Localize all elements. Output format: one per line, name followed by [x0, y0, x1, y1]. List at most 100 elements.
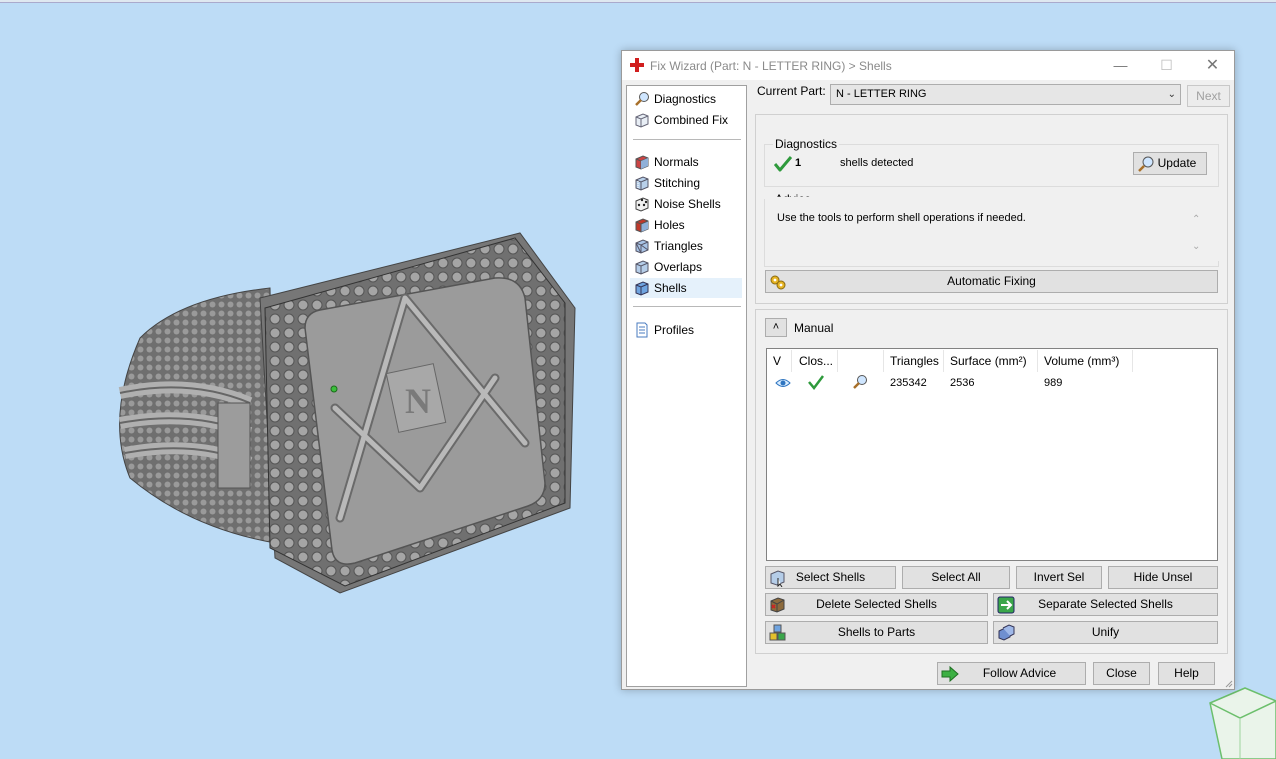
sidebar-item-diagnostics[interactable]: Diagnostics — [630, 89, 742, 109]
stitching-cube-icon — [635, 176, 649, 191]
diagnostics-result-text: shells detected — [840, 157, 914, 169]
wizard-sidebar: Diagnostics Combined Fix Normals Stitchi… — [626, 85, 747, 687]
unify-label: Unify — [1091, 625, 1120, 639]
closed-check-icon — [808, 375, 824, 390]
unify-button[interactable]: Unify — [993, 621, 1218, 644]
sidebar-item-noise-shells[interactable]: Noise Shells — [630, 194, 742, 214]
3d-viewport[interactable]: N — [0, 3, 1276, 759]
shells-to-parts-button[interactable]: Shells to Parts — [765, 621, 988, 644]
automatic-fixing-label: Automatic Fixing — [947, 274, 1036, 288]
scroll-down-icon[interactable]: ⌄ — [1192, 241, 1200, 252]
select-shells-button[interactable]: Select Shells — [765, 566, 896, 589]
manual-title: Manual — [794, 321, 834, 335]
follow-advice-label: Follow Advice — [982, 666, 1057, 680]
sidebar-item-label: Noise Shells — [654, 197, 721, 211]
scroll-up-icon[interactable]: ⌃ — [1192, 214, 1200, 225]
svg-text:N: N — [405, 381, 431, 421]
sidebar-item-label: Stitching — [654, 176, 701, 190]
next-button[interactable]: Next — [1187, 85, 1230, 107]
column-header-inspect[interactable] — [839, 350, 884, 372]
triangles-cube-icon — [635, 239, 649, 254]
column-header-visible[interactable]: V — [767, 350, 792, 372]
overlaps-cube-icon — [635, 260, 649, 275]
update-label: Update — [1157, 156, 1197, 170]
sidebar-item-label: Diagnostics — [654, 92, 717, 106]
column-header-volume[interactable]: Volume (mm³) — [1038, 350, 1133, 372]
diagnostics-title: Diagnostics — [773, 137, 840, 151]
select-shells-label: Select Shells — [795, 570, 866, 584]
fix-wizard-dialog: Fix Wizard (Part: N - LETTER RING) > She… — [621, 50, 1235, 690]
separate-selected-shells-button[interactable]: Separate Selected Shells — [993, 593, 1218, 616]
sidebar-item-combined-fix[interactable]: Combined Fix — [630, 110, 742, 130]
automatic-fixing-button[interactable]: Automatic Fixing — [765, 270, 1218, 293]
column-header-triangles[interactable]: Triangles — [884, 350, 944, 372]
eye-icon[interactable] — [775, 377, 791, 389]
delete-selected-shells-button[interactable]: Delete Selected Shells — [765, 593, 988, 616]
sidebar-item-label: Shells — [654, 281, 687, 295]
shells-to-parts-label: Shells to Parts — [837, 625, 916, 639]
sidebar-item-shells[interactable]: Shells — [630, 278, 742, 298]
sidebar-item-profiles[interactable]: Profiles — [630, 320, 742, 340]
sidebar-item-triangles[interactable]: Triangles — [630, 236, 742, 256]
invert-sel-button[interactable]: Invert Sel — [1016, 566, 1102, 589]
noise-dice-icon — [635, 197, 649, 212]
cell-triangles: 235342 — [890, 377, 927, 389]
sidebar-item-holes[interactable]: Holes — [630, 215, 742, 235]
column-header-surface[interactable]: Surface (mm²) — [944, 350, 1038, 372]
advice-text-area[interactable]: Use the tools to perform shell operation… — [765, 197, 1220, 261]
checkmark-icon — [774, 156, 792, 172]
column-header-closed[interactable]: Clos... — [793, 350, 838, 372]
update-button[interactable]: Update — [1133, 152, 1207, 175]
sidebar-item-label: Triangles — [654, 239, 703, 253]
delete-selected-label: Delete Selected Shells — [816, 597, 937, 611]
green-arrow-icon — [941, 665, 959, 683]
collapse-manual-button[interactable]: ˄ — [765, 318, 787, 337]
delete-shell-icon — [770, 597, 785, 613]
chevron-down-icon: ⌄ — [1167, 89, 1176, 100]
view-cube-icon[interactable] — [1200, 683, 1276, 759]
sidebar-divider — [633, 139, 741, 140]
sidebar-item-label: Overlaps — [654, 260, 703, 274]
sidebar-item-overlaps[interactable]: Overlaps — [630, 257, 742, 277]
holes-cube-icon — [635, 218, 649, 233]
sidebar-divider — [633, 306, 741, 307]
cell-surface: 2536 — [950, 377, 975, 389]
red-cross-icon — [630, 58, 644, 72]
gears-icon — [770, 275, 786, 290]
hide-unsel-button[interactable]: Hide Unsel — [1108, 566, 1218, 589]
cube-icon — [635, 113, 649, 128]
sidebar-item-stitching[interactable]: Stitching — [630, 173, 742, 193]
minimize-button[interactable]: — — [1098, 51, 1143, 80]
chevron-up-icon: ˄ — [772, 321, 780, 333]
advice-text: Use the tools to perform shell operation… — [777, 212, 1026, 224]
maximize-button[interactable]: ☐ — [1144, 51, 1189, 80]
title-bar[interactable]: Fix Wizard (Part: N - LETTER RING) > She… — [622, 51, 1234, 80]
help-button[interactable]: Help — [1158, 662, 1215, 685]
shells-cube-icon — [635, 281, 649, 296]
select-all-button[interactable]: Select All — [902, 566, 1010, 589]
magnifier-icon[interactable] — [852, 374, 868, 390]
sidebar-item-label: Holes — [654, 218, 685, 232]
follow-advice-button[interactable]: Follow Advice — [937, 662, 1086, 685]
document-icon — [636, 322, 648, 338]
cell-volume: 989 — [1044, 377, 1063, 389]
resize-grip-icon[interactable] — [1223, 678, 1233, 688]
unify-cube-icon — [998, 624, 1015, 641]
shells-to-parts-icon — [769, 624, 786, 641]
shells-table[interactable]: V Clos... Triangles Surface (mm²) Volume… — [766, 348, 1218, 561]
ring-model[interactable]: N — [100, 228, 580, 608]
dialog-title: Fix Wizard (Part: N - LETTER RING) > She… — [650, 59, 892, 73]
current-part-select[interactable]: N - LETTER RING ⌄ — [830, 84, 1181, 105]
close-window-button[interactable]: ✕ — [1190, 51, 1235, 80]
sidebar-item-label: Profiles — [654, 323, 695, 337]
magnifier-icon — [635, 92, 649, 106]
sidebar-item-label: Normals — [654, 155, 699, 169]
current-part-label: Current Part: — [757, 84, 826, 98]
sidebar-item-normals[interactable]: Normals — [630, 152, 742, 172]
select-cube-icon — [770, 570, 785, 587]
separate-shell-icon — [997, 596, 1015, 614]
shell-count: 1 — [795, 157, 802, 169]
close-button[interactable]: Close — [1093, 662, 1150, 685]
normals-cube-icon — [635, 155, 649, 170]
separate-selected-label: Separate Selected Shells — [1038, 597, 1173, 611]
